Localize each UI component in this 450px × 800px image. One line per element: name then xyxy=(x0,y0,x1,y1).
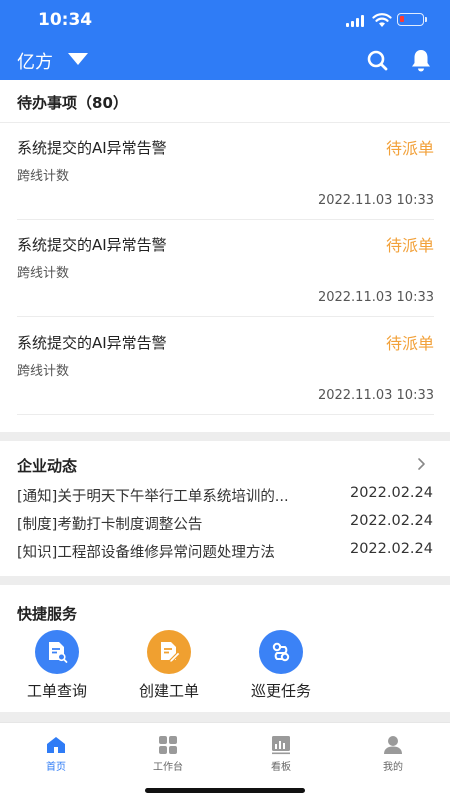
quick-service-label: 创建工单 xyxy=(138,682,199,700)
tab-dashboard[interactable]: 看板 xyxy=(225,723,337,779)
news-item-date: 2022.02.24 xyxy=(349,541,433,557)
quick-services-card: 快捷服务 工单查询 创建工单 巡更任务 xyxy=(0,585,450,712)
tab-workbench[interactable]: 工作台 xyxy=(112,723,224,779)
dashboard-icon xyxy=(272,736,290,755)
company-selector[interactable]: 亿方 xyxy=(17,48,53,74)
status-time: 10:34 xyxy=(38,10,93,30)
news-title: 企业动态 xyxy=(17,457,78,475)
news-item[interactable]: [制度]考勤打卡制度调整公告 2022.02.24 xyxy=(17,513,433,535)
quick-service-label: 工单查询 xyxy=(26,682,87,700)
signal-icon xyxy=(346,15,366,27)
todo-item[interactable]: 系统提交的AI异常告警 待派单 跨线计数 2022.11.03 10:33 xyxy=(17,220,434,317)
tab-label: 我的 xyxy=(383,762,403,773)
bell-icon[interactable] xyxy=(410,48,432,72)
battery-level xyxy=(400,16,404,22)
todo-item-subtitle: 跨线计数 xyxy=(17,169,70,184)
news-item-text: [制度]考勤打卡制度调整公告 xyxy=(17,517,203,533)
quick-service-create-order[interactable]: 创建工单 xyxy=(124,630,214,700)
news-item-date: 2022.02.24 xyxy=(349,485,433,501)
todo-item-status: 待派单 xyxy=(385,236,434,255)
tab-home[interactable]: 首页 xyxy=(0,723,112,779)
quick-service-order-query[interactable]: 工单查询 xyxy=(12,630,102,700)
todo-item-status: 待派单 xyxy=(385,334,434,353)
tab-label: 首页 xyxy=(46,762,66,773)
todo-title: 待办事项（80） xyxy=(17,94,128,112)
document-edit-icon xyxy=(147,630,191,674)
search-icon[interactable] xyxy=(366,49,388,71)
tab-label: 看板 xyxy=(271,762,291,773)
home-indicator xyxy=(145,788,305,793)
tab-profile[interactable]: 我的 xyxy=(337,723,449,779)
quick-service-label: 巡更任务 xyxy=(250,682,311,700)
wifi-icon xyxy=(372,13,392,27)
app-header: 10:34 亿方 xyxy=(0,0,450,80)
todo-item-subtitle: 跨线计数 xyxy=(17,266,70,281)
news-item[interactable]: [通知]关于明天下午举行工单系统培训的... 2022.02.24 xyxy=(17,485,433,507)
chevron-right-icon[interactable] xyxy=(415,457,427,471)
user-icon xyxy=(384,736,402,754)
battery-icon xyxy=(397,13,427,26)
tab-label: 工作台 xyxy=(153,762,183,773)
news-item-date: 2022.02.24 xyxy=(349,513,433,529)
todo-card: 待办事项（80） 系统提交的AI异常告警 待派单 跨线计数 2022.11.03… xyxy=(0,80,450,432)
todo-item[interactable]: 系统提交的AI异常告警 待派单 跨线计数 2022.11.03 10:33 xyxy=(17,123,434,220)
news-card: 企业动态 [通知]关于明天下午举行工单系统培训的... 2022.02.24 [… xyxy=(0,441,450,576)
news-item-text: [通知]关于明天下午举行工单系统培训的... xyxy=(17,489,289,505)
todo-item-title: 系统提交的AI异常告警 xyxy=(17,236,167,254)
news-item[interactable]: [知识]工程部设备维修异常问题处理方法 2022.02.24 xyxy=(17,541,433,563)
todo-item-subtitle: 跨线计数 xyxy=(17,364,70,379)
todo-item-time: 2022.11.03 10:33 xyxy=(317,290,434,305)
home-icon xyxy=(47,737,65,753)
todo-item-status: 待派单 xyxy=(385,139,434,158)
document-search-icon xyxy=(35,630,79,674)
tab-bar: 首页 工作台 看板 我的 xyxy=(0,722,450,800)
navbar: 亿方 xyxy=(0,40,450,80)
patrol-route-icon xyxy=(259,630,303,674)
todo-item-title: 系统提交的AI异常告警 xyxy=(17,334,167,352)
news-item-text: [知识]工程部设备维修异常问题处理方法 xyxy=(17,545,275,561)
status-bar: 10:34 xyxy=(0,0,450,40)
quick-service-patrol-task[interactable]: 巡更任务 xyxy=(236,630,326,700)
todo-item-time: 2022.11.03 10:33 xyxy=(317,193,434,208)
todo-item-time: 2022.11.03 10:33 xyxy=(317,388,434,403)
chevron-down-icon[interactable] xyxy=(68,53,88,65)
todo-item[interactable]: 系统提交的AI异常告警 待派单 跨线计数 2022.11.03 10:33 xyxy=(17,318,434,415)
todo-item-title: 系统提交的AI异常告警 xyxy=(17,139,167,157)
grid-icon xyxy=(159,736,177,754)
quick-services-title: 快捷服务 xyxy=(17,605,78,623)
